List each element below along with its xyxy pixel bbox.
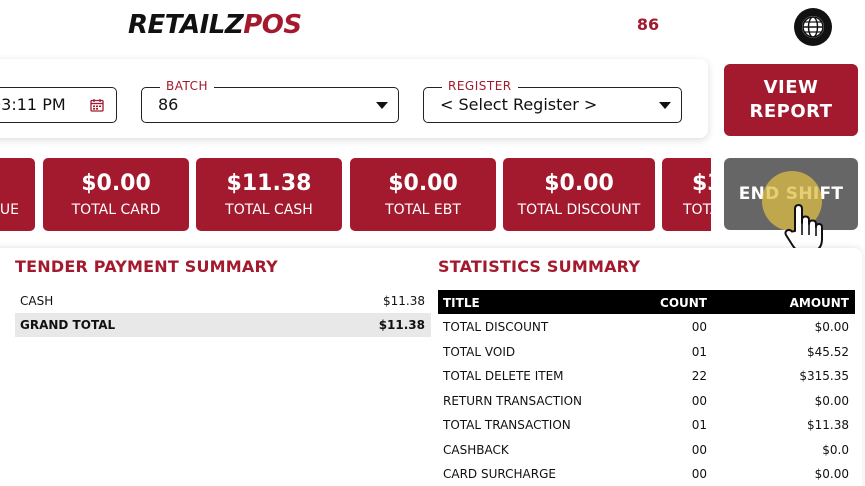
total-tile: UE [0,158,35,231]
row-count: 00 [691,442,707,457]
batch-value: 86 [158,95,179,114]
tender-summary-table: CASH $11.38 GRAND TOTAL $11.38 [15,289,431,337]
tile-amount: $0.00 [81,171,151,196]
statistics-summary-title: STATISTICS SUMMARY [438,257,641,276]
total-tile: $3 TOTA [662,158,711,231]
app-logo: RETAILZPOS [128,8,302,42]
row-amount: $0.00 [814,320,849,334]
table-row: TOTAL VOID 01 $45.52 [438,339,855,364]
tile-label: TOTAL DISCOUNT [517,202,641,218]
row-amount: $11.38 [807,418,849,432]
chevron-down-icon [659,102,671,109]
calendar-icon[interactable] [90,98,104,112]
row-amount: $11.38 [378,318,425,332]
total-discount-tile: $0.00 TOTAL DISCOUNT [503,158,655,231]
chevron-down-icon [376,102,388,109]
total-ebt-tile: $0.00 TOTAL EBT [350,158,496,231]
logo-text-accent: POS [243,10,302,40]
tile-amount: $3 [692,171,711,196]
row-amount: $0.00 [814,467,849,481]
batch-indicator: 86 [636,15,660,34]
tile-label: TOTAL CASH [225,202,313,218]
column-header-count: COUNT [660,296,707,310]
total-cash-tile: $11.38 TOTAL CASH [196,158,342,231]
row-title: TOTAL VOID [443,344,516,359]
row-amount: $315.35 [799,369,849,383]
batch-label: BATCH [160,79,215,93]
column-header-title: TITLE [443,296,480,310]
table-row: RETURN TRANSACTION 00 $0.00 [438,388,855,413]
batch-select[interactable]: BATCH 86 [141,79,399,123]
tile-label: TOTAL EBT [385,202,461,218]
row-count: 01 [691,418,707,432]
row-title: CARD SURCHARGE [443,467,556,481]
table-row: TOTAL DISCOUNT 00 $0.00 [438,314,855,339]
row-title: TOTAL DELETE ITEM [443,369,564,383]
tender-summary-title: TENDER PAYMENT SUMMARY [15,257,278,276]
table-row: CARD SURCHARGE 00 $0.00 [438,461,855,486]
table-row: CASHBACK 00 $0.0 [438,437,855,462]
row-count: 00 [691,320,707,334]
row-title: CASHBACK [443,442,509,457]
tile-amount: $0.00 [388,171,458,196]
column-header-amount: AMOUNT [789,296,849,310]
hand-pointer-icon [784,204,823,253]
total-card-tile: $0.00 TOTAL CARD [43,158,189,231]
table-row: TOTAL TRANSACTION 01 $11.38 [438,412,855,437]
register-label: REGISTER [442,79,518,93]
row-count: 00 [691,393,707,408]
app-root: RETAILZPOS 86 03:11 PM BATCH 86 [0,0,865,486]
row-amount: $45.52 [807,344,849,359]
grand-total-row: GRAND TOTAL $11.38 [15,313,431,337]
statistics-summary-table: TITLE COUNT AMOUNT TOTAL DISCOUNT 00 $0.… [438,290,855,486]
row-amount: $11.38 [383,294,425,308]
row-title: RETURN TRANSACTION [443,393,583,408]
row-title: TOTAL DISCOUNT [443,320,549,334]
logo-text-primary: RETAILZ [128,10,244,40]
table-row: CASH $11.38 [15,289,431,313]
tile-amount: $11.38 [226,171,312,196]
time-value: 03:11 PM [0,95,66,114]
tile-label: TOTA [683,202,711,218]
tile-amount: $0.00 [544,171,614,196]
row-count: 22 [691,369,707,383]
row-amount: $0.00 [814,393,849,408]
globe-icon[interactable] [794,8,832,46]
table-row: TOTAL DELETE ITEM 22 $315.35 [438,363,855,388]
tile-label: UE [0,202,19,218]
row-name: GRAND TOTAL [20,318,116,332]
time-field[interactable]: 03:11 PM [0,87,117,123]
totals-strip[interactable]: UE $0.00 TOTAL CARD $11.38 TOTAL CASH $0… [0,158,711,231]
tile-label: TOTAL CARD [71,202,161,218]
view-report-button[interactable]: VIEW REPORT [724,64,858,136]
row-name: CASH [20,294,54,308]
row-title: TOTAL TRANSACTION [443,418,571,432]
table-header: TITLE COUNT AMOUNT [438,290,855,314]
row-count: 00 [691,467,707,481]
register-select[interactable]: REGISTER < Select Register > [423,79,682,123]
row-amount: $0.0 [822,442,849,457]
row-count: 01 [691,344,707,359]
register-value: < Select Register > [440,95,598,114]
